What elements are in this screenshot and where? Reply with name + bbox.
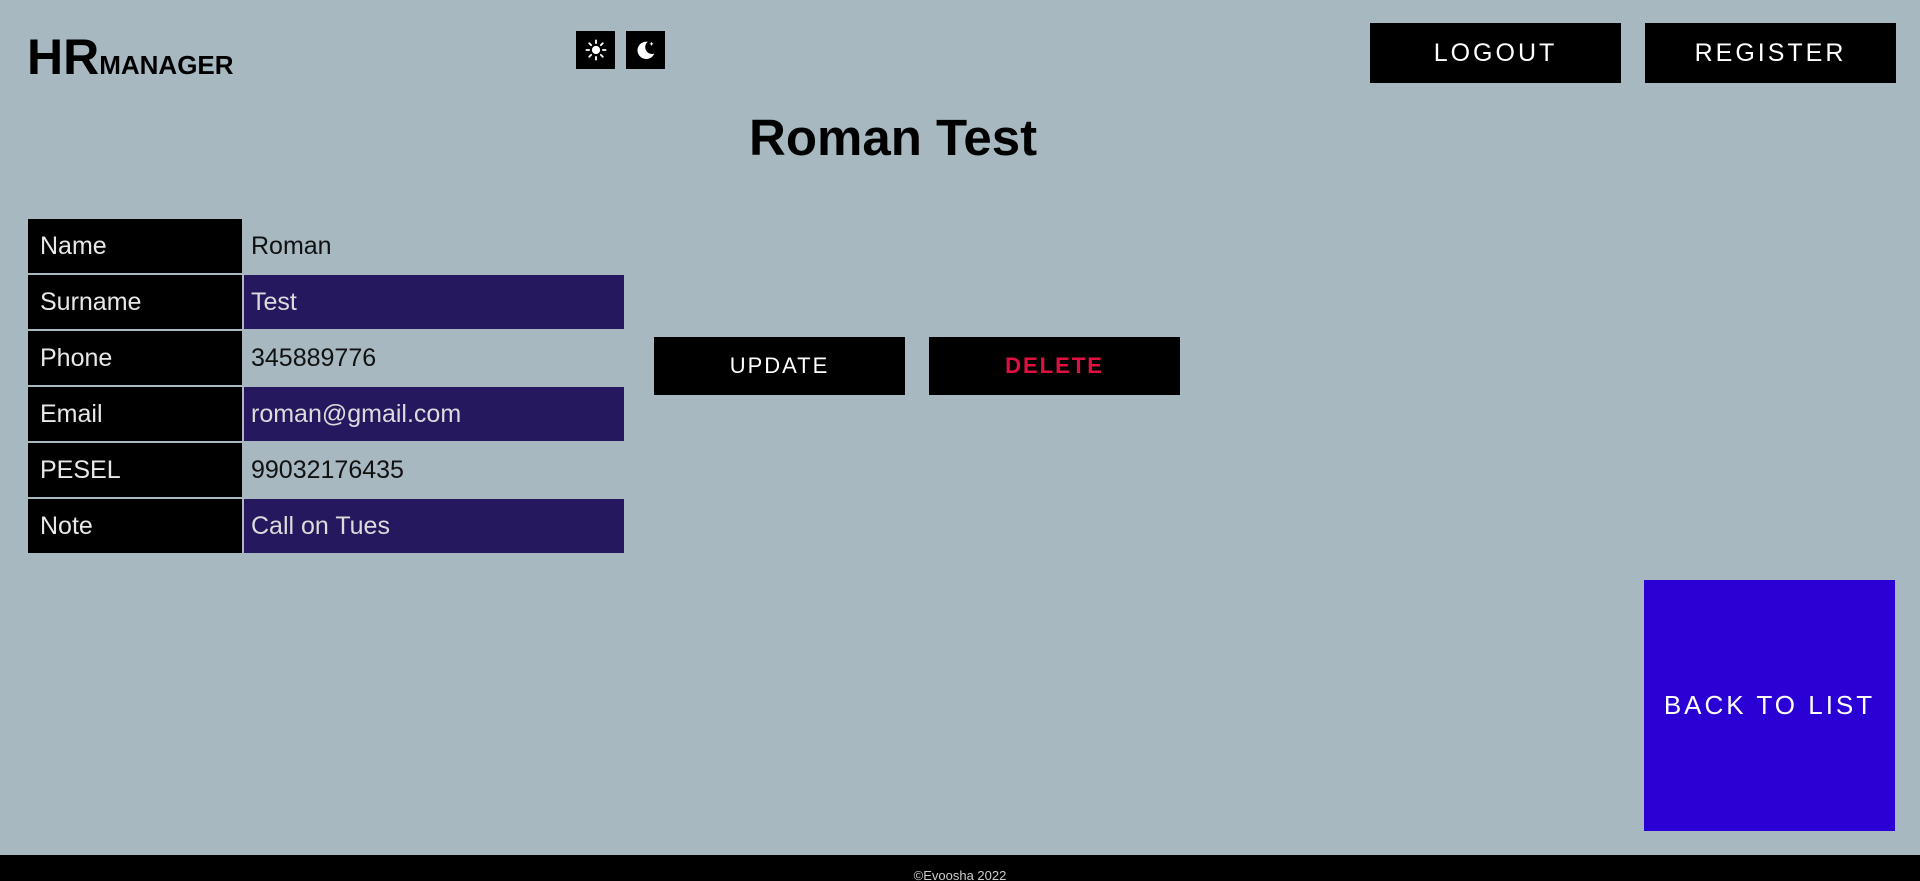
field-value: roman@gmail.com: [244, 387, 624, 441]
logout-button[interactable]: LOGOUT: [1370, 23, 1621, 83]
table-row: PESEL 99032176435: [28, 443, 624, 497]
table-row: Surname Test: [28, 275, 624, 329]
dark-theme-button[interactable]: [626, 31, 665, 69]
back-to-list-button[interactable]: BACK TO LIST: [1644, 580, 1895, 831]
field-value: Call on Tues: [244, 499, 624, 553]
table-row: Email roman@gmail.com: [28, 387, 624, 441]
page-title: Roman Test: [749, 109, 1038, 166]
field-label: Note: [28, 499, 242, 553]
footer: ©Evoosha 2022: [0, 855, 1920, 881]
field-value: Test: [244, 275, 624, 329]
field-value: 345889776: [251, 343, 377, 372]
field-label: Phone: [28, 331, 242, 385]
app-logo: HR MANAGER: [27, 28, 234, 86]
field-label: PESEL: [28, 443, 242, 497]
field-label: Name: [28, 219, 242, 273]
table-row: Note Call on Tues: [28, 499, 624, 553]
register-button[interactable]: REGISTER: [1645, 23, 1896, 83]
light-theme-button[interactable]: [576, 31, 615, 69]
field-label: Email: [28, 387, 242, 441]
logo-hr: HR: [27, 29, 100, 85]
field-value: 99032176435: [251, 455, 404, 484]
delete-button[interactable]: DELETE: [929, 337, 1180, 395]
copyright-text: ©Evoosha 2022: [913, 868, 1007, 881]
update-button[interactable]: UPDATE: [654, 337, 905, 395]
sun-icon: [584, 39, 607, 61]
employee-details-table: Name Roman Surname Test Phone 345889776 …: [26, 217, 626, 555]
field-value: Roman: [251, 231, 332, 260]
logo-manager: MANAGER: [99, 50, 234, 80]
field-label: Surname: [28, 275, 242, 329]
moon-icon: [637, 41, 654, 60]
table-row: Phone 345889776: [28, 331, 624, 385]
table-row: Name Roman: [28, 219, 624, 273]
